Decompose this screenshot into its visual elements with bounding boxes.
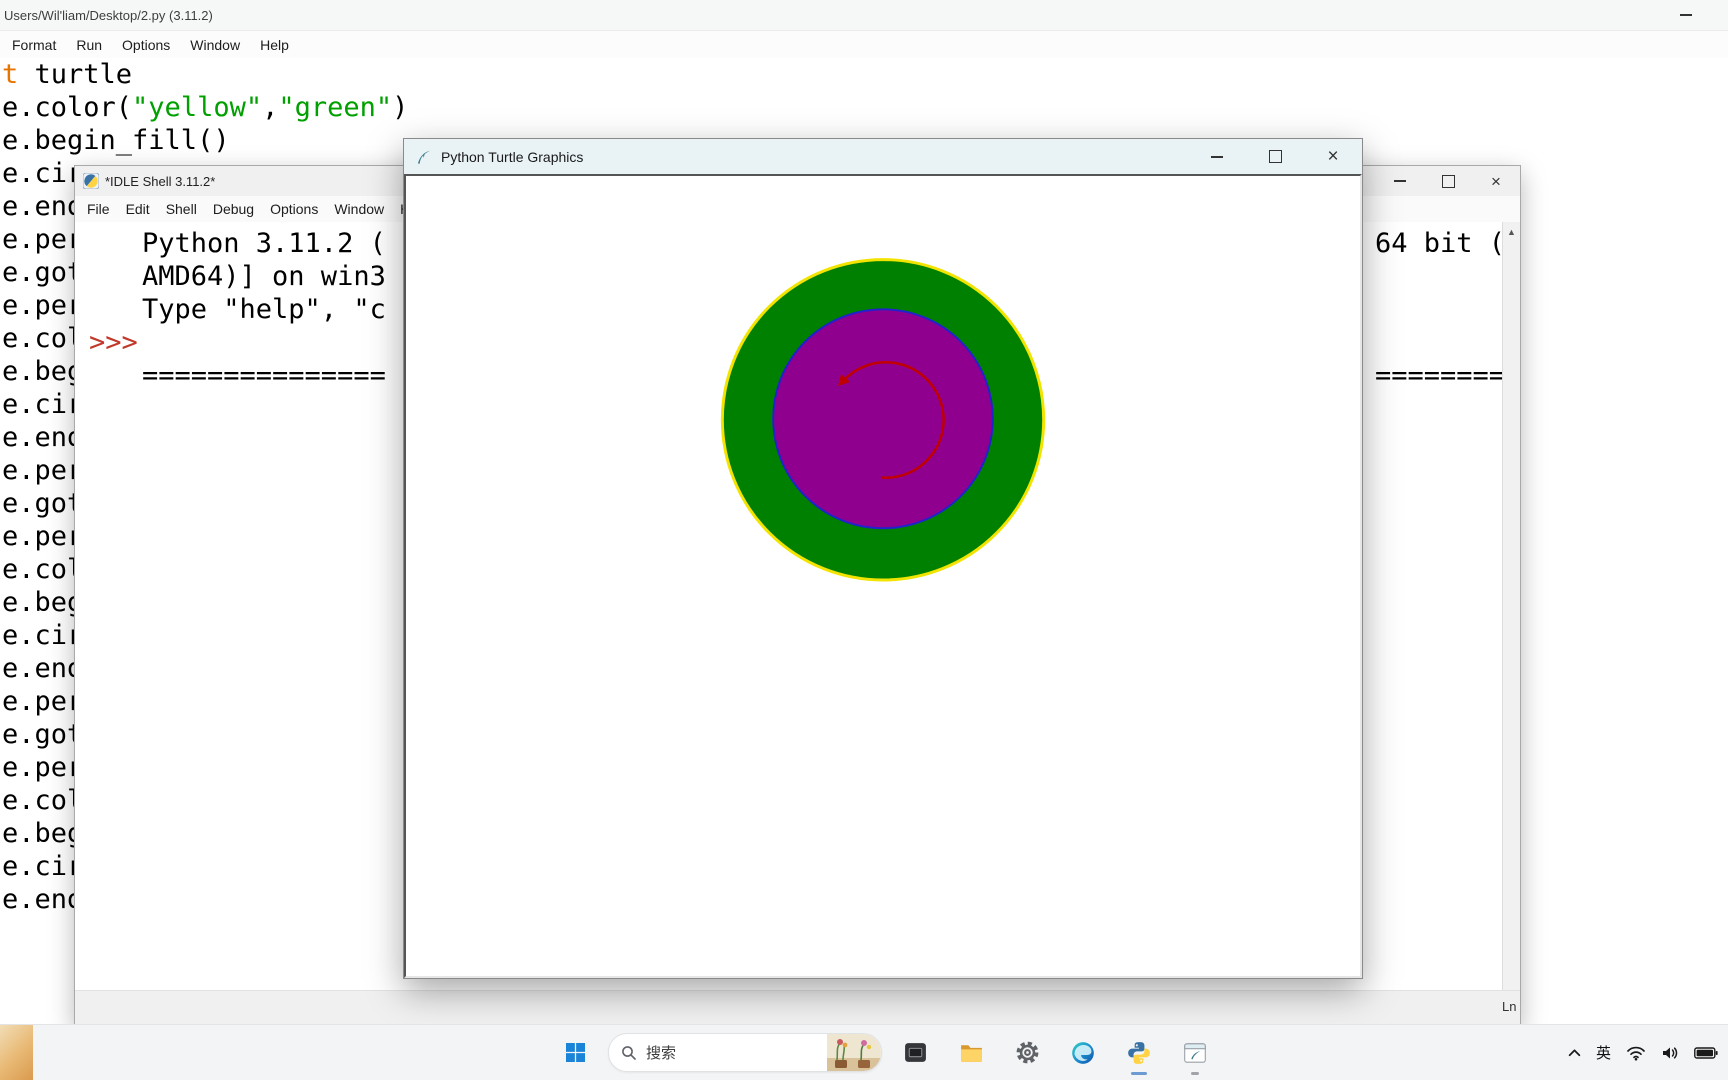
search-input[interactable]: 搜索 xyxy=(646,1042,827,1063)
taskbar-icon-file-explorer[interactable] xyxy=(948,1030,994,1076)
gear-icon xyxy=(1016,1041,1038,1064)
dark-app-icon xyxy=(904,1043,926,1062)
shell-menu-file[interactable]: File xyxy=(79,199,118,219)
shell-menu-edit[interactable]: Edit xyxy=(118,199,158,219)
taskbar-icon-edge[interactable] xyxy=(1060,1030,1106,1076)
desktop: Users/Wil'liam/Desktop/2.py (3.11.2) For… xyxy=(0,0,1728,1080)
shell-close-button[interactable]: × xyxy=(1472,166,1520,196)
editor-code-line: e.color("yellow","green") xyxy=(2,92,409,123)
shell-title: *IDLE Shell 3.11.2* xyxy=(105,173,216,189)
running-indicator xyxy=(1131,1071,1147,1075)
editor-minimize-button[interactable] xyxy=(1664,0,1708,30)
system-tray: 英 xyxy=(1568,1025,1718,1080)
editor-title: Users/Wil'liam/Desktop/2.py (3.11.2) xyxy=(4,7,213,23)
ime-language-indicator[interactable]: 英 xyxy=(1596,1042,1611,1063)
shell-menu-options[interactable]: Options xyxy=(262,199,326,219)
windows-logo-icon xyxy=(565,1043,585,1062)
close-icon: × xyxy=(1491,171,1501,191)
purple-circle xyxy=(772,308,994,530)
editor-menu-help[interactable]: Help xyxy=(250,34,299,56)
turtle-minimize-button[interactable] xyxy=(1188,139,1246,174)
taskbar-icon-turtle-window[interactable] xyxy=(1172,1030,1218,1076)
search-highlight-image[interactable] xyxy=(827,1034,881,1071)
volume-icon[interactable] xyxy=(1661,1045,1679,1061)
shell-statusbar: Ln xyxy=(75,990,1520,1024)
shell-scrollbar[interactable]: ▲ xyxy=(1502,222,1520,991)
editor-menu-run[interactable]: Run xyxy=(66,34,112,56)
turtle-graphics-window: Python Turtle Graphics × xyxy=(403,138,1363,979)
turtle-maximize-button[interactable] xyxy=(1246,139,1304,174)
taskbar-corner-widget[interactable] xyxy=(0,1025,33,1080)
minimize-icon xyxy=(1680,14,1692,16)
maximize-icon xyxy=(1441,174,1455,188)
tk-feather-icon xyxy=(418,150,431,164)
taskbar: 搜索 英 xyxy=(0,1024,1728,1080)
editor-menu-format[interactable]: Format xyxy=(2,34,66,56)
editor-code-line: t turtle xyxy=(2,59,133,90)
taskbar-icon-settings[interactable] xyxy=(1004,1030,1050,1076)
editor-menu-options[interactable]: Options xyxy=(112,34,180,56)
python-icon xyxy=(1128,1041,1150,1064)
shell-menu-debug[interactable]: Debug xyxy=(205,199,262,219)
taskbar-icon-python[interactable] xyxy=(1116,1030,1162,1076)
shell-minimize-button[interactable] xyxy=(1376,166,1424,196)
shell-prompt: >>> xyxy=(89,327,138,358)
editor-menubar: Format Run Options Window Help xyxy=(0,31,1728,58)
turtle-canvas xyxy=(404,174,1362,978)
battery-icon[interactable] xyxy=(1694,1046,1718,1059)
maximize-icon xyxy=(1268,150,1282,163)
turtle-window-title: Python Turtle Graphics xyxy=(441,148,584,165)
shell-menu-window[interactable]: Window xyxy=(326,199,392,219)
shell-line-col-status: Ln xyxy=(1502,999,1517,1014)
turtle-close-button[interactable]: × xyxy=(1304,139,1362,174)
search-icon xyxy=(622,1045,636,1060)
editor-titlebar[interactable]: Users/Wil'liam/Desktop/2.py (3.11.2) xyxy=(0,0,1728,31)
shell-maximize-button[interactable] xyxy=(1424,166,1472,196)
taskbar-icon-dark-app[interactable] xyxy=(892,1030,938,1076)
minimize-icon xyxy=(1211,155,1223,158)
running-indicator xyxy=(1191,1071,1199,1075)
turtle-drawing xyxy=(720,258,1046,582)
start-button[interactable] xyxy=(552,1030,598,1076)
tk-window-icon xyxy=(1184,1042,1206,1063)
search-box[interactable]: 搜索 xyxy=(608,1033,882,1072)
tray-chevron-up-icon[interactable] xyxy=(1568,1048,1581,1057)
close-icon: × xyxy=(1327,146,1339,167)
shell-menu-shell[interactable]: Shell xyxy=(158,199,205,219)
idle-app-icon xyxy=(83,173,99,189)
wifi-icon[interactable] xyxy=(1626,1045,1646,1061)
folder-icon xyxy=(960,1045,982,1062)
edge-browser-icon xyxy=(1072,1041,1094,1064)
taskbar-center: 搜索 xyxy=(552,1025,1218,1080)
editor-menu-window[interactable]: Window xyxy=(180,34,250,56)
minimize-icon xyxy=(1394,180,1406,182)
scroll-up-icon[interactable]: ▲ xyxy=(1503,222,1520,237)
